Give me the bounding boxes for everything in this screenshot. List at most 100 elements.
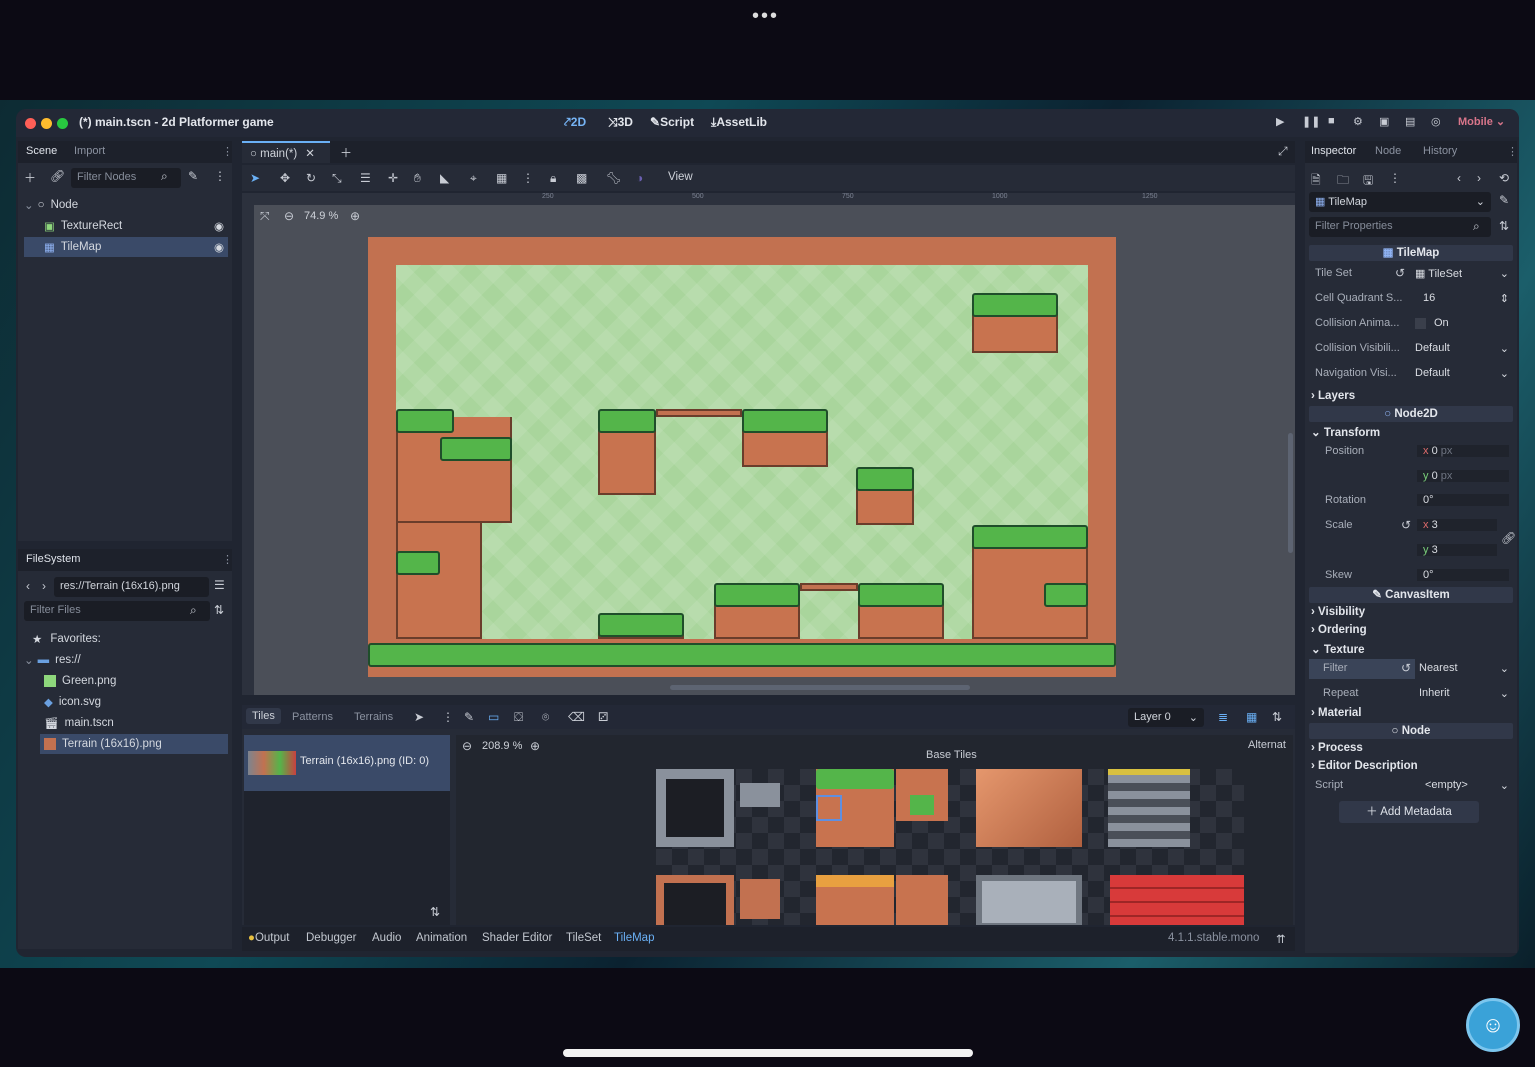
collision-vis-select[interactable]: Default ⌄ [1415, 342, 1509, 355]
forward-arrow-icon[interactable]: › [42, 579, 46, 593]
play-icon[interactable]: ▶ [1276, 115, 1284, 128]
tab-scene[interactable]: Scene [26, 145, 57, 157]
list-select-icon[interactable]: ☰ [360, 171, 371, 185]
link-icon[interactable]: 🔗︎ [50, 169, 65, 183]
horizontal-scrollbar[interactable] [670, 685, 970, 690]
history-back-icon[interactable]: ‹ [1457, 171, 1461, 185]
play-custom-icon[interactable]: ▤ [1405, 115, 1415, 128]
workspace-assetlib-button[interactable]: ⤓AssetLib [711, 115, 767, 130]
object-selector[interactable]: ▦ TileMap ⌄ [1309, 192, 1491, 212]
workspace-3d-button[interactable]: ⤨3D [608, 115, 633, 130]
bone-icon[interactable]: 🦴︎ [606, 171, 621, 185]
section-texture[interactable]: ⌄ Texture [1311, 642, 1365, 656]
close-tab-icon[interactable]: ✕ [305, 148, 315, 160]
shader-editor-tab[interactable]: Shader Editor [482, 932, 552, 944]
audio-tab[interactable]: Audio [372, 932, 401, 944]
scene-menu-icon[interactable]: ⋮ [214, 169, 226, 183]
section-transform[interactable]: ⌄ Transform [1311, 425, 1380, 439]
dock-menu-icon[interactable]: ⋮ [222, 553, 233, 566]
zoom-out-icon[interactable]: ⊖ [284, 209, 294, 223]
save-icon[interactable]: 🖫︎ [1363, 171, 1373, 192]
workspace-script-button[interactable]: ✎Script [650, 115, 694, 129]
tile-set-resource[interactable]: ▦ TileSet ⌄ [1415, 267, 1509, 280]
filter-properties-input[interactable]: Filter Properties [1309, 217, 1491, 237]
script-attach-icon[interactable]: ✎ [188, 169, 198, 183]
tab-import[interactable]: Import [74, 145, 105, 157]
fs-item-terrain[interactable]: Terrain (16x16).png [40, 734, 228, 754]
panel-toggle-icon[interactable]: ⇈ [1276, 932, 1286, 946]
filter-files-input[interactable]: Filter Files [24, 601, 210, 621]
rotation-slider[interactable]: 0° [1417, 494, 1509, 506]
dock-menu-icon[interactable]: ⋮ [1507, 145, 1518, 158]
pivot-icon[interactable]: ✛ [388, 171, 398, 185]
atlas-texture[interactable] [656, 769, 1244, 925]
reset-icon[interactable]: ↺ [1401, 661, 1411, 675]
history-forward-icon[interactable]: › [1477, 171, 1481, 185]
scale-mode-icon[interactable]: ⤡ [332, 171, 342, 186]
fs-item-icon-svg[interactable]: ◆ icon.svg [44, 692, 228, 712]
highlight-layer-icon[interactable]: ≣ [1218, 710, 1228, 724]
path-field[interactable]: res://Terrain (16x16).png [54, 577, 209, 597]
add-metadata-button[interactable]: ＋ Add Metadata [1339, 801, 1479, 823]
grid-snap-icon[interactable]: ▦ [496, 171, 507, 185]
position-x-field[interactable]: x 0 px [1417, 445, 1509, 457]
cell-quadrant-field[interactable]: 16 ⇕ [1423, 292, 1509, 305]
back-arrow-icon[interactable]: ‹ [26, 579, 30, 593]
script-resource[interactable]: <empty> ⌄ [1425, 779, 1509, 792]
tab-terrains[interactable]: Terrains [354, 711, 393, 723]
stop-icon[interactable]: ■ [1328, 115, 1335, 127]
section-ordering[interactable]: › Ordering [1311, 624, 1367, 636]
close-window-icon[interactable] [25, 118, 36, 129]
repeat-select[interactable]: Inherit ⌄ [1419, 687, 1509, 700]
fs-item-main-tscn[interactable]: 🎬︎ main.tscn [44, 713, 228, 733]
section-material[interactable]: › Material [1311, 707, 1362, 719]
atlas-view[interactable]: ⊖ 208.9 % ⊕ Base Tiles Alternat [456, 735, 1293, 925]
more-dots-icon[interactable]: ••• [752, 5, 779, 28]
remote-debug-icon[interactable]: ⚙ [1353, 115, 1363, 128]
scale-x-field[interactable]: x 3 [1417, 519, 1497, 531]
tile-source-item[interactable]: Terrain (16x16).png (ID: 0) [244, 735, 450, 791]
fs-item-green[interactable]: Green.png [44, 671, 228, 691]
select-tool-icon[interactable]: ➤ [414, 710, 424, 724]
new-resource-icon[interactable]: 🗎︎ [1311, 171, 1321, 192]
random-tile-icon[interactable]: ⚂ [598, 710, 608, 724]
distraction-free-icon[interactable]: ⤢ [1278, 144, 1288, 159]
section-editor-description[interactable]: › Editor Description [1311, 760, 1418, 772]
select-mode-icon[interactable]: ➤ [250, 171, 260, 185]
filter-select[interactable]: Nearest ⌄ [1419, 662, 1509, 675]
tree-item-node[interactable]: ⌄ ○ Node [24, 195, 228, 215]
tab-node[interactable]: Node [1375, 145, 1401, 157]
tree-item-tilemap[interactable]: ▦ TileMap ◉ [24, 237, 228, 257]
inspector-menu-icon[interactable]: ⋮ [1389, 171, 1401, 185]
object-history-icon[interactable]: ⟲ [1499, 171, 1509, 185]
vertical-scrollbar[interactable] [1288, 433, 1293, 553]
picker-tool-icon[interactable]: ⌾ [542, 710, 549, 725]
paint-tool-icon[interactable]: ✎ [464, 710, 474, 724]
camera-override-icon[interactable]: ◑ [636, 171, 643, 185]
pan-hand-icon[interactable]: ✋︎ [414, 171, 421, 186]
tilemap-tab[interactable]: TileMap [614, 932, 654, 944]
group-icon[interactable]: ▩ [576, 171, 587, 185]
bucket-tool-icon[interactable]: ⛋ [514, 710, 523, 725]
tab-tiles[interactable]: Tiles [246, 708, 281, 724]
tilemap-options-icon[interactable]: ⇅ [1272, 710, 1282, 724]
workspace-2d-button[interactable]: ⤤2D [564, 115, 586, 130]
lock-icon[interactable]: 🔒︎ [550, 171, 556, 186]
split-mode-icon[interactable]: ☰ [214, 578, 225, 592]
center-view-icon[interactable]: ⤧ [260, 209, 270, 224]
assistant-icon[interactable]: ☺ [1466, 998, 1520, 1052]
maximize-window-icon[interactable] [57, 118, 68, 129]
pause-icon[interactable]: ❚❚ [1302, 115, 1320, 128]
position-y-field[interactable]: y 0 px [1417, 470, 1509, 482]
visibility-eye-icon[interactable]: ◉ [214, 219, 224, 233]
sort-icon[interactable]: ⇅ [1499, 219, 1509, 233]
tab-history[interactable]: History [1423, 145, 1457, 157]
fs-item-favorites[interactable]: ★ Favorites: [32, 629, 228, 649]
add-node-icon[interactable]: ＋ [24, 169, 36, 186]
dock-menu-icon[interactable]: ⋮ [222, 145, 233, 158]
animation-tab[interactable]: Animation [416, 932, 467, 944]
open-folder-icon[interactable]: 🗀︎ [1337, 171, 1349, 192]
edit-icon[interactable]: ✎ [1499, 193, 1509, 207]
sort-icon[interactable]: ⇅ [214, 603, 224, 617]
movie-maker-icon[interactable]: ◎ [1431, 115, 1441, 128]
